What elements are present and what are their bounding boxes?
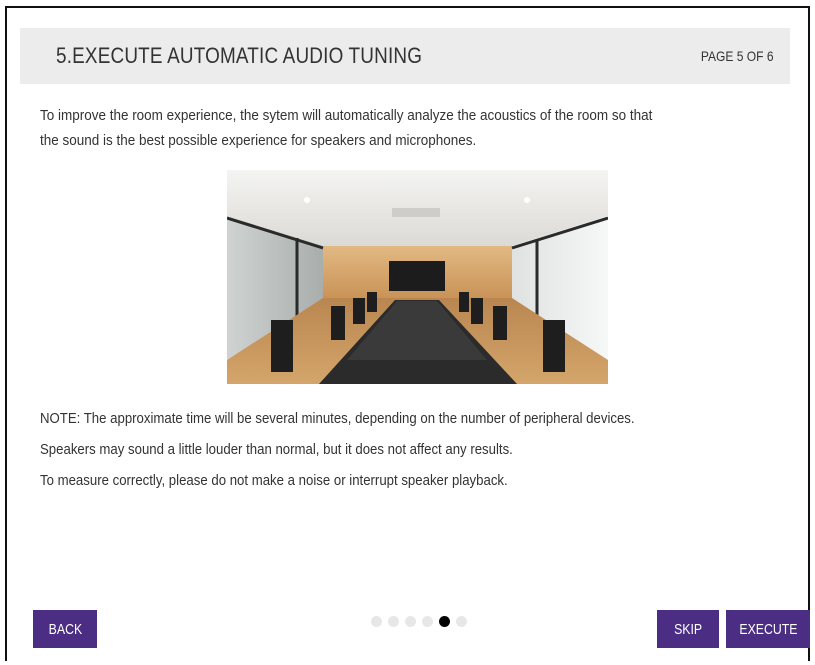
intro-line-2: the sound is the best possible experienc… xyxy=(40,133,477,149)
back-button[interactable]: BACK xyxy=(33,610,97,648)
page-dot-2 xyxy=(388,615,399,627)
intro-line-1: To improve the room experience, the syte… xyxy=(40,108,653,124)
page-dot-6 xyxy=(456,615,467,627)
note-line-1: NOTE: The approximate time will be sever… xyxy=(40,411,635,427)
notes-section: NOTE: The approximate time will be sever… xyxy=(40,408,786,501)
page-indicator: PAGE 5 OF 6 xyxy=(701,48,774,64)
page-header: 5.EXECUTE AUTOMATIC AUDIO TUNING PAGE 5 … xyxy=(20,28,790,84)
note-line-2: Speakers may sound a little louder than … xyxy=(40,442,513,458)
page-dots xyxy=(371,614,481,628)
execute-button-label: EXECUTE xyxy=(738,620,798,638)
page-dot-1 xyxy=(371,615,382,627)
skip-button-label: SKIP xyxy=(673,620,703,638)
skip-button[interactable]: SKIP xyxy=(657,610,719,648)
intro-text: To improve the room experience, the syte… xyxy=(40,104,790,154)
page-dot-5 xyxy=(439,615,450,627)
back-button-label: BACK xyxy=(48,620,82,638)
page-title: 5.EXECUTE AUTOMATIC AUDIO TUNING xyxy=(56,43,423,68)
page-dot-4 xyxy=(422,615,433,627)
page-dot-3 xyxy=(405,615,416,627)
execute-button[interactable]: EXECUTE xyxy=(726,610,810,648)
conference-room-image xyxy=(227,170,608,384)
note-line-3: To measure correctly, please do not make… xyxy=(40,473,508,489)
